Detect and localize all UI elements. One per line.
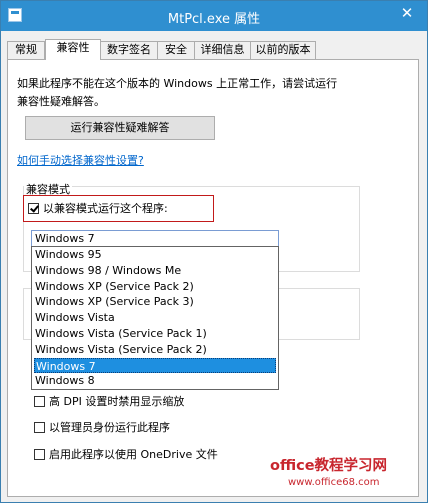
run-as-admin-checkbox[interactable] xyxy=(34,422,45,433)
dropdown-option[interactable]: Windows Vista (Service Pack 2) xyxy=(32,342,278,358)
tab-details[interactable]: 详细信息 xyxy=(194,41,251,59)
dropdown-option[interactable]: Windows XP (Service Pack 3) xyxy=(32,294,278,310)
watermark-url: www.office68.com xyxy=(288,477,380,488)
compat-description: 如果此程序不能在这个版本的 Windows 上正常工作，请尝试运行兼容性疑难解答… xyxy=(17,77,338,108)
annotation-highlight-box xyxy=(23,195,214,222)
dropdown-option[interactable]: Windows 98 / Windows Me xyxy=(32,263,278,279)
dropdown-option[interactable]: Windows 95 xyxy=(32,247,278,263)
compat-mode-select[interactable]: Windows 7 xyxy=(31,230,279,247)
properties-window: MtPcl.exe 属性 ✕ 常规 兼容性 数字签名 安全 详细信息 以前的版本… xyxy=(0,0,428,503)
manual-settings-link[interactable]: 如何手动选择兼容性设置? xyxy=(17,152,144,168)
tab-general[interactable]: 常规 xyxy=(7,41,45,59)
run-as-admin-label: 以管理员身份运行此程序 xyxy=(49,421,170,434)
window-title: MtPcl.exe 属性 xyxy=(167,12,261,27)
onedrive-files-checkbox[interactable] xyxy=(34,449,45,460)
tab-compatibility[interactable]: 兼容性 xyxy=(45,39,101,60)
run-troubleshooter-button[interactable]: 运行兼容性疑难解答 xyxy=(25,116,215,140)
tab-previous-versions[interactable]: 以前的版本 xyxy=(250,41,316,59)
close-button[interactable]: ✕ xyxy=(387,1,427,25)
compatibility-panel: 如果此程序不能在这个版本的 Windows 上正常工作，请尝试运行兼容性疑难解答… xyxy=(7,59,419,497)
dropdown-option[interactable]: Windows Vista (Service Pack 1) xyxy=(32,326,278,342)
onedrive-files-row[interactable]: 启用此程序以使用 OneDrive 文件 xyxy=(34,448,218,462)
tab-security[interactable]: 安全 xyxy=(157,41,195,59)
dropdown-option[interactable]: Windows Vista xyxy=(32,310,278,326)
dropdown-option-selected[interactable]: Windows 7 xyxy=(34,357,276,374)
tab-digital-signature[interactable]: 数字签名 xyxy=(100,41,158,59)
dropdown-option[interactable]: Windows XP (Service Pack 2) xyxy=(32,279,278,295)
compat-mode-dropdown-list[interactable]: Windows 95 Windows 98 / Windows Me Windo… xyxy=(31,246,279,390)
watermark-brand: office教程学习网 xyxy=(270,458,388,474)
onedrive-files-label: 启用此程序以使用 OneDrive 文件 xyxy=(49,448,218,461)
disable-dpi-scaling-checkbox[interactable] xyxy=(34,396,45,407)
title-bar[interactable]: MtPcl.exe 属性 ✕ xyxy=(1,1,427,31)
dropdown-option[interactable]: Windows 8 xyxy=(32,373,278,389)
disable-dpi-scaling-label: 高 DPI 设置时禁用显示缩放 xyxy=(49,395,185,408)
run-as-admin-row[interactable]: 以管理员身份运行此程序 xyxy=(34,421,170,435)
disable-dpi-scaling-row[interactable]: 高 DPI 设置时禁用显示缩放 xyxy=(34,395,184,409)
